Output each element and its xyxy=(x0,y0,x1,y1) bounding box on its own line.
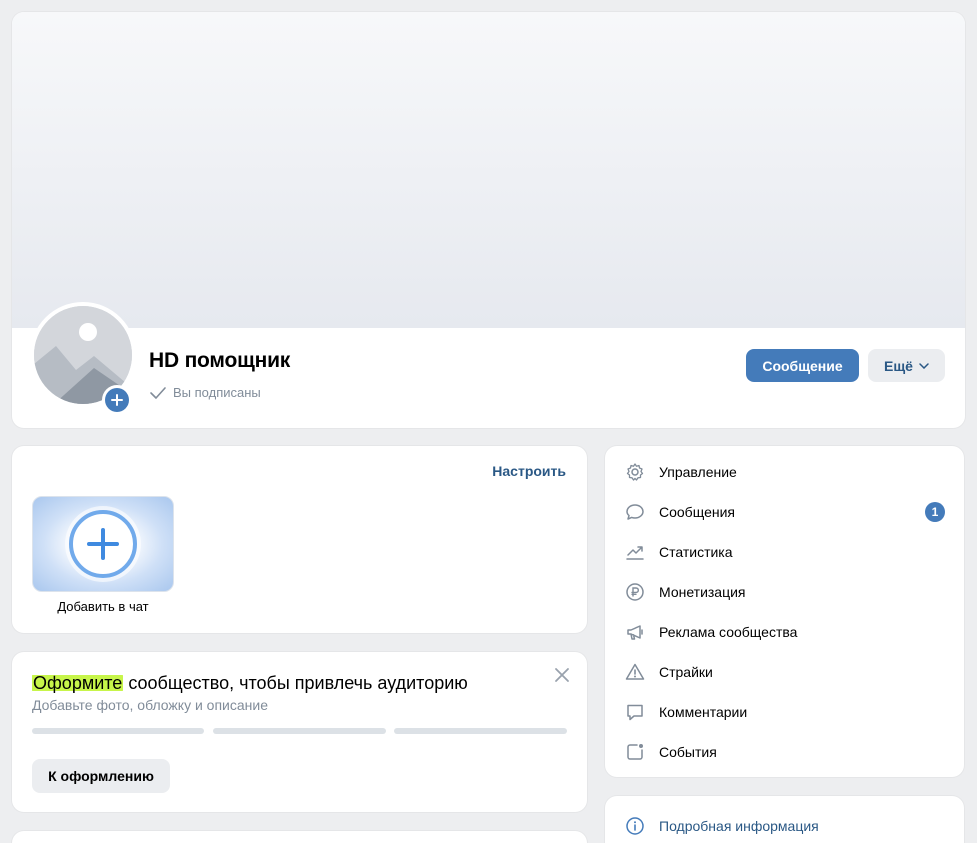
progress-segment xyxy=(213,728,386,734)
menu-item-label: Страйки xyxy=(659,664,713,680)
menu-item-label: Статистика xyxy=(659,544,733,560)
warning-icon xyxy=(625,662,645,682)
subscription-status[interactable]: Вы подписаны xyxy=(149,385,261,400)
next-block xyxy=(12,831,587,843)
menu-item-label: События xyxy=(659,744,717,760)
progress-segment xyxy=(32,728,204,734)
menu-item-monetization[interactable]: Монетизация xyxy=(605,572,964,612)
info-icon xyxy=(626,817,644,835)
menu-item-label: Монетизация xyxy=(659,584,746,600)
design-prompt-subtitle: Добавьте фото, обложку и описание xyxy=(32,697,268,713)
chevron-down-icon xyxy=(919,362,929,369)
unread-badge: 1 xyxy=(925,502,945,522)
admin-menu: Управление Сообщения 1 Статистика Монети… xyxy=(605,446,964,777)
menu-item-events[interactable]: События xyxy=(605,732,964,772)
more-button[interactable]: Ещё xyxy=(868,349,945,382)
menu-item-label: Сообщения xyxy=(659,504,735,520)
event-icon xyxy=(625,742,645,762)
design-prompt-title: Оформите сообщество, чтобы привлечь ауди… xyxy=(32,673,468,694)
setup-link[interactable]: Настроить xyxy=(492,463,566,479)
check-icon xyxy=(150,386,166,399)
design-prompt-title-rest: сообщество, чтобы привлечь аудиторию xyxy=(123,673,468,693)
plus-icon xyxy=(105,388,129,412)
menu-item-strikes[interactable]: Страйки xyxy=(605,652,964,692)
page-title: HD помощник xyxy=(149,349,291,372)
add-photo-button[interactable] xyxy=(102,385,132,415)
ruble-icon xyxy=(625,582,645,602)
megaphone-icon xyxy=(625,622,645,642)
menu-item-messages[interactable]: Сообщения 1 xyxy=(605,492,964,532)
menu-item-label: Управление xyxy=(659,464,737,480)
menu-item-label: Реклама сообщества xyxy=(659,624,798,640)
go-to-design-button[interactable]: К оформлению xyxy=(32,759,170,793)
progress-segment xyxy=(394,728,567,734)
more-button-label: Ещё xyxy=(884,357,913,374)
subscription-status-label: Вы подписаны xyxy=(173,385,261,400)
close-icon[interactable] xyxy=(553,666,571,684)
add-to-chat-button[interactable] xyxy=(32,496,174,592)
menu-item-advertising[interactable]: Реклама сообщества xyxy=(605,612,964,652)
menu-item-statistics[interactable]: Статистика xyxy=(605,532,964,572)
cover-image[interactable] xyxy=(12,12,965,328)
info-block: Подробная информация xyxy=(605,796,964,843)
menu-item-label: Комментарии xyxy=(659,704,748,720)
detailed-info-label: Подробная информация xyxy=(659,818,819,834)
gear-icon xyxy=(625,462,645,482)
menu-item-management[interactable]: Управление xyxy=(605,452,964,492)
menu-item-comments[interactable]: Комментарии xyxy=(605,692,964,732)
plus-icon xyxy=(69,510,137,578)
comment-icon xyxy=(625,702,645,722)
detailed-info-link[interactable]: Подробная информация xyxy=(625,816,819,836)
chats-block: Настроить Добавить в чат xyxy=(12,446,587,633)
chat-bubble-icon xyxy=(625,502,645,522)
group-header: HD помощник Вы подписаны Сообщение Ещё xyxy=(12,12,965,428)
message-button[interactable]: Сообщение xyxy=(746,349,859,382)
highlighted-word: Оформите xyxy=(32,673,124,693)
add-to-chat-label: Добавить в чат xyxy=(57,599,149,614)
trend-icon xyxy=(625,542,645,562)
design-prompt: Оформите сообщество, чтобы привлечь ауди… xyxy=(12,652,587,812)
